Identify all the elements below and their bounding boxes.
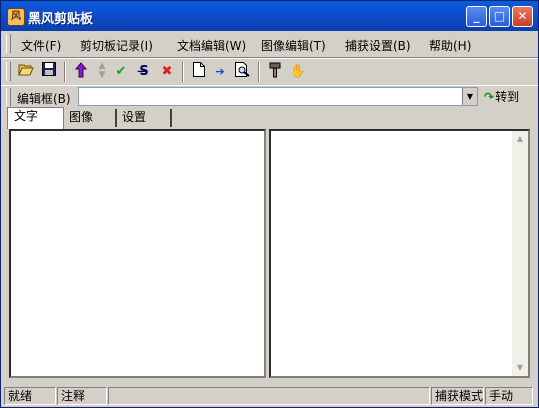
print-preview-icon[interactable] bbox=[233, 62, 253, 82]
toolbar-separator bbox=[258, 62, 260, 82]
goto-label: 转到 bbox=[495, 90, 520, 104]
arrow-right-icon[interactable]: ➔ bbox=[210, 62, 230, 82]
menu-image-edit[interactable]: 图像编辑(T) bbox=[261, 37, 326, 54]
delete-icon[interactable]: ✖ bbox=[157, 62, 177, 82]
open-folder-icon[interactable] bbox=[16, 62, 36, 82]
scroll-down-icon[interactable]: ▼ bbox=[512, 360, 528, 376]
text-list-pane[interactable] bbox=[9, 129, 266, 378]
edit-box-combo[interactable]: ▼ bbox=[78, 87, 478, 106]
close-button[interactable]: ✕ bbox=[512, 6, 533, 27]
menu-clipboard-history[interactable]: 剪切板记录(I) bbox=[80, 37, 153, 54]
edit-box-bar: 编辑框(B) ▼ ↷转到 bbox=[1, 85, 538, 108]
toolbar-grip[interactable] bbox=[6, 62, 11, 81]
status-bar: 就绪 注释 捕获模式 手动 bbox=[1, 385, 538, 407]
app-icon[interactable]: 风 bbox=[7, 8, 25, 26]
move-up-icon[interactable] bbox=[71, 62, 91, 82]
menu-capture-settings[interactable]: 捕获设置(B) bbox=[345, 37, 411, 54]
menu-bar: 文件(F) 剪切板记录(I) 文档编辑(W) 图像编辑(T) 捕获设置(B) 帮… bbox=[1, 31, 538, 58]
check-icon[interactable]: ✔ bbox=[111, 62, 131, 82]
menu-help[interactable]: 帮助(H) bbox=[429, 37, 471, 54]
status-capture-mode: 捕获模式 bbox=[431, 387, 484, 405]
new-document-icon[interactable] bbox=[189, 62, 209, 82]
status-note: 注释 bbox=[57, 387, 107, 405]
toolbar-separator bbox=[64, 62, 66, 82]
text-preview-pane[interactable]: ▲ ▼ bbox=[269, 129, 530, 378]
hand-icon[interactable]: ✋ bbox=[288, 62, 308, 82]
toolbar: ▲ ▼ ✔ S̶ ✖ ➔ ✋ bbox=[1, 58, 538, 86]
goto-button[interactable]: ↷转到 bbox=[484, 88, 519, 106]
strikethrough-icon[interactable]: S̶ bbox=[134, 62, 154, 82]
status-ready: 就绪 bbox=[4, 387, 56, 405]
menu-file[interactable]: 文件(F) bbox=[21, 37, 61, 54]
tab-text[interactable]: 文字 bbox=[7, 107, 64, 129]
status-blank bbox=[108, 387, 430, 405]
vertical-scrollbar[interactable]: ▲ ▼ bbox=[512, 131, 528, 376]
chevron-down-icon[interactable]: ▼ bbox=[462, 88, 477, 105]
title-bar[interactable]: 风 黑风剪贴板 _ □ ✕ bbox=[1, 1, 538, 31]
menu-bar-grip[interactable] bbox=[6, 34, 11, 53]
menu-document-edit[interactable]: 文档编辑(W) bbox=[177, 37, 246, 54]
scroll-up-icon[interactable]: ▲ bbox=[512, 131, 528, 147]
status-manual: 手动 bbox=[485, 387, 533, 405]
toolbar-separator bbox=[182, 62, 184, 82]
edit-bar-grip[interactable] bbox=[6, 88, 11, 106]
main-window: 风 黑风剪贴板 _ □ ✕ 文件(F) 剪切板记录(I) 文档编辑(W) 图像编… bbox=[0, 0, 539, 408]
tab-image[interactable]: 图像 bbox=[63, 109, 117, 127]
tab-settings[interactable]: 设置 bbox=[116, 109, 172, 127]
edit-box-label: 编辑框(B) bbox=[17, 92, 71, 106]
maximize-button[interactable]: □ bbox=[489, 6, 510, 27]
goto-arrow-icon: ↷ bbox=[484, 90, 495, 104]
spin-updown-icon[interactable]: ▲ ▼ bbox=[92, 62, 112, 82]
minimize-button[interactable]: _ bbox=[466, 6, 487, 27]
tab-bar: 文字 图像 设置 bbox=[1, 107, 538, 129]
save-icon[interactable] bbox=[39, 62, 59, 82]
format-brush-icon[interactable] bbox=[265, 62, 285, 82]
window-title: 黑风剪贴板 bbox=[28, 12, 94, 27]
edit-box-input[interactable] bbox=[79, 88, 465, 105]
